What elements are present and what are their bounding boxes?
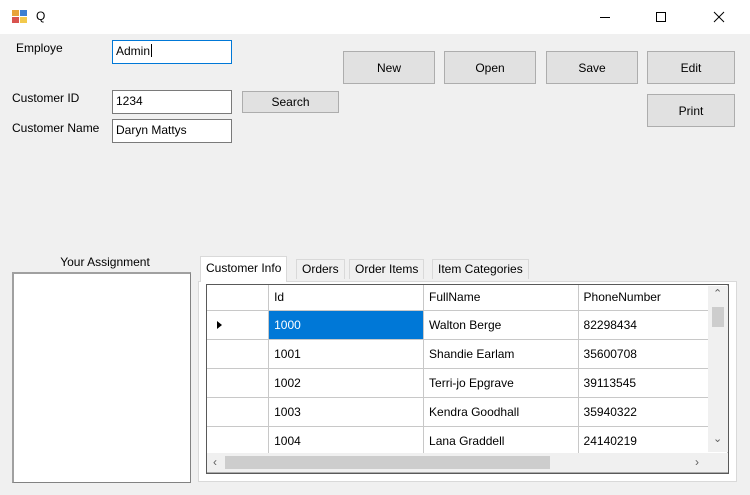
employee-field[interactable]: Admin [112,40,232,64]
window-title: Q [36,9,46,23]
table-row[interactable]: 1004 Lana Graddell 24140219 [207,426,728,456]
horizontal-scrollbar[interactable]: ‹ › [207,453,708,472]
vertical-scrollbar[interactable]: ⌃ ⌄ [708,286,728,452]
table-row[interactable]: 1000 Walton Berge 82298434 [207,310,728,340]
scroll-down-icon[interactable]: ⌄ [713,434,722,445]
cell-phonenumber[interactable]: 82298434 [578,310,728,340]
cell-id[interactable]: 1001 [268,339,425,369]
new-button[interactable]: New [343,51,435,84]
title-bar: Q [0,0,750,34]
cell-fullname[interactable]: Terri-jo Epgrave [423,368,579,398]
edit-button[interactable]: Edit [647,51,735,84]
app-icon [12,10,27,23]
search-button[interactable]: Search [242,91,339,113]
horizontal-scroll-thumb[interactable] [225,456,550,469]
customer-grid[interactable]: Id FullName PhoneNumber 1000 Walton Berg… [206,284,729,474]
current-row-icon [217,321,222,330]
table-row[interactable]: 1001 Shandie Earlam 35600708 [207,339,728,369]
customer-id-field[interactable]: 1234 [112,90,232,114]
employee-label: Employe [16,41,63,55]
row-header[interactable] [207,339,270,369]
row-header[interactable] [207,397,270,427]
cell-phonenumber[interactable]: 24140219 [578,426,728,456]
tab-orders[interactable]: Orders [296,259,345,279]
column-header-fullname[interactable]: FullName [423,285,579,311]
cell-fullname[interactable]: Walton Berge [423,310,579,340]
vertical-scroll-thumb[interactable] [712,307,724,327]
cell-id[interactable]: 1002 [268,368,425,398]
column-header-phonenumber[interactable]: PhoneNumber [578,285,728,311]
cell-fullname[interactable]: Shandie Earlam [423,339,579,369]
grid-table: Id FullName PhoneNumber 1000 Walton Berg… [207,285,728,456]
scroll-up-icon[interactable]: ⌃ [713,289,722,300]
customer-id-label: Customer ID [12,91,80,105]
maximize-icon [656,12,666,22]
cell-id[interactable]: 1004 [268,426,425,456]
column-header-id[interactable]: Id [268,285,425,311]
row-header[interactable] [207,310,270,340]
cell-phonenumber[interactable]: 35600708 [578,339,728,369]
cell-id[interactable]: 1000 [268,310,425,340]
minimize-icon [600,17,610,18]
minimize-button[interactable] [582,0,628,34]
close-button[interactable] [696,0,742,34]
text-caret [151,44,153,57]
assignment-label: Your Assignment [60,255,150,269]
scrollbar-corner [708,453,728,472]
close-icon [713,11,725,23]
employee-value: Admin [116,44,151,58]
row-header[interactable] [207,368,270,398]
table-row[interactable]: 1003 Kendra Goodhall 35940322 [207,397,728,427]
table-row[interactable]: 1002 Terri-jo Epgrave 39113545 [207,368,728,398]
cell-id[interactable]: 1003 [268,397,425,427]
scroll-right-icon[interactable]: › [695,456,699,468]
print-button[interactable]: Print [647,94,735,127]
maximize-button[interactable] [638,0,684,34]
row-header[interactable] [207,426,270,456]
cell-fullname[interactable]: Lana Graddell [423,426,579,456]
grid-header-row: Id FullName PhoneNumber [207,285,728,311]
save-button[interactable]: Save [546,51,638,84]
cell-phonenumber[interactable]: 39113545 [578,368,728,398]
cell-phonenumber[interactable]: 35940322 [578,397,728,427]
customer-name-label: Customer Name [12,121,100,135]
cell-fullname[interactable]: Kendra Goodhall [423,397,579,427]
customer-name-field[interactable]: Daryn Mattys [112,119,232,143]
open-button[interactable]: Open [444,51,536,84]
tab-item-categories[interactable]: Item Categories [432,259,529,279]
customer-name-value: Daryn Mattys [116,123,187,137]
row-header-corner [207,285,270,311]
tab-order-items[interactable]: Order Items [349,259,425,279]
assignment-list[interactable] [12,272,191,483]
scroll-left-icon[interactable]: ‹ [213,456,217,468]
tab-customer-info[interactable]: Customer Info [200,256,288,282]
customer-id-value: 1234 [116,94,143,108]
